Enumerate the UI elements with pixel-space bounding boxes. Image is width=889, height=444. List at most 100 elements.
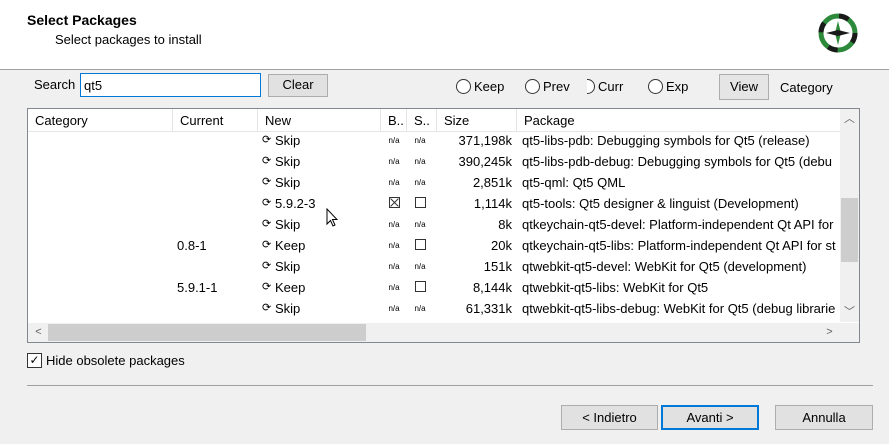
row-binary: n/a — [388, 283, 400, 292]
cycle-icon: ⟳ — [262, 197, 272, 209]
view-button[interactable]: View — [719, 74, 769, 100]
row-new-label: Keep — [275, 280, 306, 295]
row-size: 8,144k — [472, 280, 512, 295]
vertical-scroll-thumb[interactable] — [841, 198, 858, 262]
row-new-action[interactable]: ⟳ Skip — [262, 298, 300, 319]
table-row[interactable]: ⟳ Skip n/a n/a 390,245k qt5-libs-pdb-debu… — [28, 151, 840, 172]
row-package: qtwebkit-qt5-devel: WebKit for Qt5 (deve… — [522, 259, 807, 274]
unchecked-box-icon — [414, 197, 426, 209]
radio-keep[interactable]: Keep — [456, 79, 504, 94]
table-row[interactable]: 0.8-1 ⟳ Keep n/a 20k qtkeychain-qt5-libs:… — [28, 235, 840, 256]
row-new-action[interactable]: ⟳ Skip — [262, 132, 300, 151]
row-new-label: Skip — [275, 154, 301, 169]
scroll-right-icon[interactable]: > — [821, 324, 838, 341]
scroll-down-icon[interactable]: ﹀ — [841, 304, 858, 321]
row-package: qtwebkit-qt5-libs: WebKit for Qt5 — [522, 280, 709, 295]
row-source: n/a — [414, 304, 426, 313]
radio-curr-label: Curr — [598, 79, 624, 94]
column-header-current[interactable]: Current — [173, 109, 258, 132]
row-source-checkbox[interactable] — [411, 235, 429, 256]
horizontal-scroll-thumb[interactable] — [48, 324, 366, 341]
column-header-size[interactable]: Size — [437, 109, 517, 132]
row-new-action[interactable]: ⟳ Keep — [262, 235, 305, 256]
table-row[interactable]: 5.9.1-1 ⟳ Keep n/a 8,144k qtwebkit-qt5-li… — [28, 277, 840, 298]
scroll-left-icon[interactable]: < — [30, 324, 47, 341]
row-binary: n/a — [388, 157, 400, 166]
table-row[interactable]: ⟳ 5.9.2-3 1,114k qt5-tools: Qt5 designer … — [28, 193, 840, 214]
row-new-action[interactable]: ⟳ Skip — [262, 172, 300, 193]
row-source-checkbox[interactable] — [411, 277, 429, 298]
hide-obsolete-checkbox[interactable]: ✓ Hide obsolete packages — [27, 353, 185, 368]
row-new-action[interactable]: ⟳ Skip — [262, 256, 300, 277]
radio-exp[interactable]: Exp — [648, 79, 688, 94]
column-header-new[interactable]: New — [258, 109, 381, 132]
row-new-action[interactable]: ⟳ Skip — [262, 214, 300, 235]
column-header-row: Category Current New B.. S.. Size Packag… — [28, 109, 840, 132]
row-current: 5.9.1-1 — [177, 280, 218, 295]
radio-circle-icon — [525, 79, 540, 94]
package-list[interactable]: Category Current New B.. S.. Size Packag… — [27, 108, 860, 343]
table-row[interactable]: ⟳ Skip n/a n/a 151k qtwebkit-qt5-devel: W… — [28, 256, 840, 277]
table-row[interactable]: ⟳ Skip n/a n/a 371,198k qt5-libs-pdb: Deb… — [28, 132, 840, 151]
cycle-icon: ⟳ — [262, 176, 272, 188]
row-package: qt5-tools: Qt5 designer & linguist (Deve… — [522, 196, 799, 211]
row-binary: n/a — [388, 178, 400, 187]
radio-exp-label: Exp — [666, 79, 689, 94]
mouse-cursor-icon — [326, 208, 338, 227]
row-package: qtkeychain-qt5-devel: Platform-independe… — [522, 217, 834, 232]
cycle-icon: ⟳ — [262, 155, 272, 167]
row-size: 20k — [491, 238, 512, 253]
column-header-package[interactable]: Package — [517, 109, 840, 132]
cycle-icon: ⟳ — [262, 302, 272, 314]
row-new-label: Skip — [275, 133, 301, 148]
row-new-label: 5.9.2-3 — [275, 196, 316, 211]
row-source: n/a — [414, 136, 426, 145]
scroll-up-icon[interactable]: ︿ — [841, 111, 858, 128]
table-row[interactable]: ⟳ Skip n/a n/a 8k qtkeychain-qt5-devel: P… — [28, 214, 840, 235]
row-new-action[interactable]: ⟳ Keep — [262, 277, 305, 298]
back-button[interactable]: < Indietro — [561, 405, 658, 430]
radio-prev-label: Prev — [543, 79, 570, 94]
column-header-category[interactable]: Category — [28, 109, 173, 132]
search-label: Search — [34, 77, 76, 92]
scrollbar-corner — [840, 323, 859, 342]
row-source-checkbox[interactable] — [411, 193, 429, 214]
cycle-icon: ⟳ — [262, 218, 272, 230]
radio-curr[interactable]: Curr — [587, 79, 623, 94]
next-button[interactable]: Avanti > — [661, 405, 759, 430]
cycle-icon: ⟳ — [262, 260, 272, 272]
radio-circle-icon — [648, 79, 663, 94]
row-new-label: Skip — [275, 301, 301, 316]
search-input[interactable] — [80, 73, 261, 97]
radio-prev[interactable]: Prev — [525, 79, 570, 94]
cancel-button[interactable]: Annulla — [775, 405, 873, 430]
row-size: 151k — [483, 259, 512, 274]
row-binary: n/a — [388, 304, 400, 313]
footer-divider — [27, 385, 873, 386]
cycle-icon: ⟳ — [262, 239, 272, 251]
cycle-icon: ⟳ — [262, 281, 272, 293]
row-binary: n/a — [388, 241, 400, 250]
row-source: n/a — [414, 220, 426, 229]
row-binary-checkbox[interactable] — [385, 193, 403, 214]
column-header-source[interactable]: S.. — [407, 109, 437, 132]
table-row[interactable]: ⟳ Skip n/a n/a 2,851k qt5-qml: Qt5 QML — [28, 172, 840, 193]
table-row[interactable]: ⟳ Skip n/a n/a 61,331k qtwebkit-qt5-libs-… — [28, 298, 840, 319]
row-size: 2,851k — [472, 175, 512, 190]
unchecked-box-icon — [414, 281, 426, 293]
view-mode-label: Category — [780, 80, 833, 95]
clear-button[interactable]: Clear — [268, 74, 328, 97]
vertical-scrollbar[interactable]: ︿ ﹀ — [840, 109, 859, 322]
column-header-binary[interactable]: B.. — [381, 109, 407, 132]
row-new-action[interactable]: ⟳ 5.9.2-3 — [262, 193, 315, 214]
row-source: n/a — [414, 157, 426, 166]
row-size: 390,245k — [458, 154, 513, 169]
cygwin-logo-icon — [818, 13, 858, 53]
horizontal-scrollbar[interactable]: < > — [28, 323, 840, 342]
row-binary: n/a — [388, 136, 400, 145]
cycle-icon: ⟳ — [262, 134, 272, 146]
unchecked-box-icon — [414, 239, 426, 251]
row-size: 1,114k — [473, 196, 512, 211]
row-new-action[interactable]: ⟳ Skip — [262, 151, 300, 172]
row-new-label: Skip — [275, 175, 301, 190]
